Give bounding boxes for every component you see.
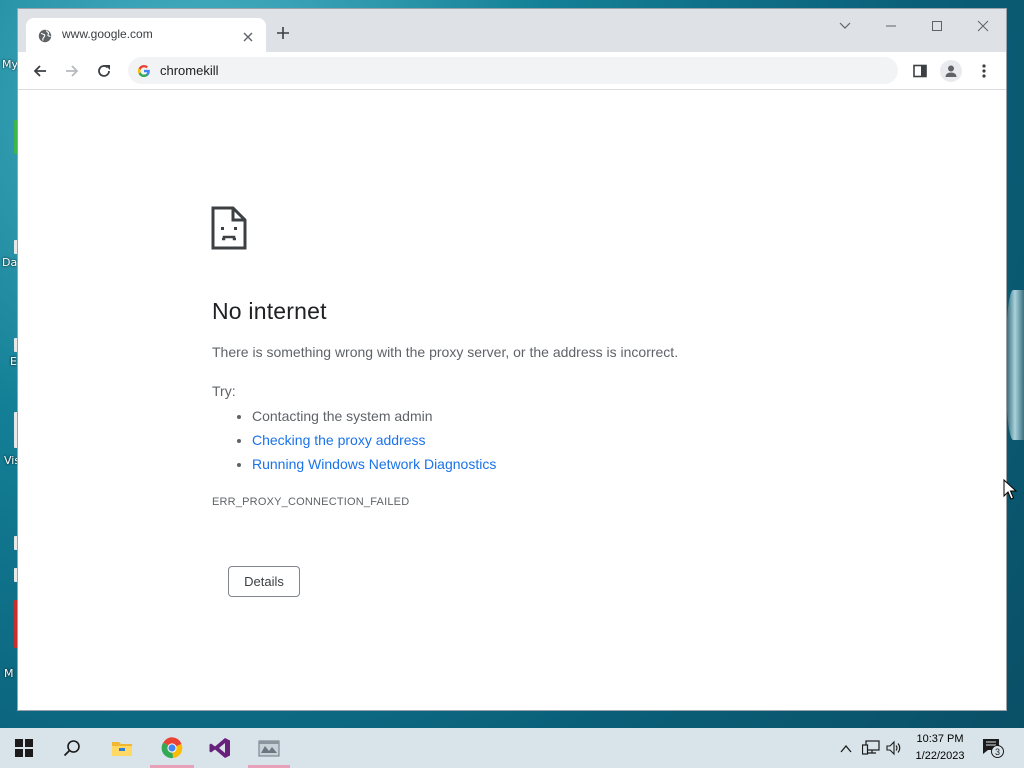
taskbar: 10:37 PM 1/22/2023 3	[0, 728, 1024, 768]
chrome-window: www.google.com chromekill No internet Th…	[18, 9, 1006, 710]
network-icon[interactable]	[861, 740, 880, 760]
menu-kebab-icon[interactable]	[974, 61, 994, 81]
try-label: Try:	[212, 383, 236, 399]
suggestion-text: Contacting the system admin	[252, 408, 433, 424]
error-page: No internet There is something wrong wit…	[18, 90, 1006, 710]
browser-toolbar: chromekill	[18, 52, 1006, 90]
mouse-cursor-icon	[1003, 478, 1018, 505]
app-icon[interactable]	[257, 736, 281, 760]
minimize-icon[interactable]	[880, 17, 902, 35]
back-icon[interactable]	[30, 61, 50, 81]
forward-icon[interactable]	[62, 61, 82, 81]
tab-title: www.google.com	[62, 27, 153, 41]
side-panel-icon[interactable]	[910, 61, 930, 81]
file-explorer-icon[interactable]	[110, 736, 134, 760]
tab-strip: www.google.com	[18, 9, 1006, 52]
desktop-icon-label[interactable]: E	[10, 355, 17, 368]
profile-avatar-icon[interactable]	[940, 60, 962, 82]
desktop-icon-label[interactable]: My	[2, 58, 18, 71]
browser-tab[interactable]: www.google.com	[26, 18, 266, 52]
desktop-icon-label[interactable]: Da	[2, 256, 17, 269]
reload-icon[interactable]	[94, 61, 114, 81]
google-g-icon	[137, 63, 151, 82]
maximize-icon[interactable]	[926, 17, 948, 35]
clock-date: 1/22/2023	[915, 750, 965, 762]
error-description: There is something wrong with the proxy …	[212, 344, 679, 360]
wallpaper-whale	[1006, 290, 1024, 440]
close-tab-icon[interactable]	[242, 28, 254, 47]
chrome-icon[interactable]	[160, 736, 184, 760]
system-clock[interactable]: 10:37 PM 1/22/2023	[905, 731, 975, 765]
details-button[interactable]: Details	[228, 566, 300, 597]
close-window-icon[interactable]	[972, 17, 994, 35]
search-icon[interactable]	[60, 736, 84, 760]
suggestion-item[interactable]: Running Windows Network Diagnostics	[252, 452, 496, 476]
error-title: No internet	[212, 298, 327, 324]
clock-time: 10:37 PM	[916, 733, 964, 745]
suggestion-item: Contacting the system admin	[252, 404, 496, 428]
notification-count: 3	[995, 747, 1000, 757]
sad-document-icon	[211, 206, 247, 254]
volume-icon[interactable]	[886, 740, 902, 760]
address-text: chromekill	[160, 63, 219, 78]
suggestion-item[interactable]: Checking the proxy address	[252, 428, 496, 452]
new-tab-icon[interactable]	[276, 25, 290, 44]
chevron-up-icon[interactable]	[840, 740, 852, 759]
suggestions-list: Contacting the system admin Checking the…	[212, 404, 496, 476]
check-proxy-link[interactable]: Checking the proxy address	[252, 432, 426, 448]
globe-icon	[38, 28, 52, 47]
start-icon[interactable]	[12, 736, 36, 760]
network-diagnostics-link[interactable]: Running Windows Network Diagnostics	[252, 456, 496, 472]
tab-search-icon[interactable]	[834, 17, 856, 35]
address-bar[interactable]: chromekill	[128, 57, 898, 84]
notifications-icon[interactable]: 3	[982, 738, 1004, 762]
desktop-icon-label[interactable]: M	[4, 667, 14, 680]
error-code: ERR_PROXY_CONNECTION_FAILED	[212, 496, 410, 508]
visual-studio-icon[interactable]	[208, 736, 232, 760]
